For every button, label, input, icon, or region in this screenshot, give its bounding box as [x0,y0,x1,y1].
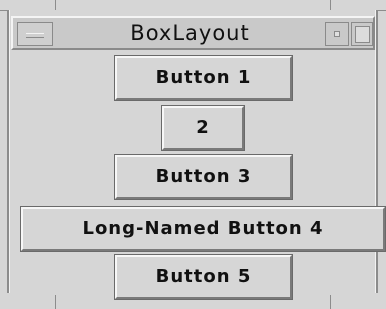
frame-corner [378,10,386,11]
title-bar[interactable]: BoxLayout [11,16,375,50]
frame-corner [330,0,331,10]
long-named-button-4[interactable]: Long-Named Button 4 [20,206,386,252]
maximize-square [355,26,370,43]
maximize-icon[interactable] [351,22,373,46]
button-5[interactable]: Button 5 [114,254,293,300]
minimize-dot [334,31,340,37]
window-title: BoxLayout [130,21,250,45]
frame-corner [330,293,331,309]
button-1[interactable]: Button 1 [114,55,293,101]
window-frame-left[interactable] [7,10,9,293]
content-pane: Button 1 2 Button 3 Long-Named Button 4 … [11,52,386,300]
button-3[interactable]: Button 3 [114,154,293,200]
window-menu-icon[interactable] [17,22,53,46]
app-window: BoxLayout Button 1 2 Button 3 Long-Named… [0,0,386,309]
frame-corner [55,0,56,10]
frame-corner [55,293,56,309]
minimize-icon[interactable] [325,22,349,46]
button-2[interactable]: 2 [161,105,245,151]
menu-bar-icon [26,33,44,38]
frame-corner [0,10,7,11]
